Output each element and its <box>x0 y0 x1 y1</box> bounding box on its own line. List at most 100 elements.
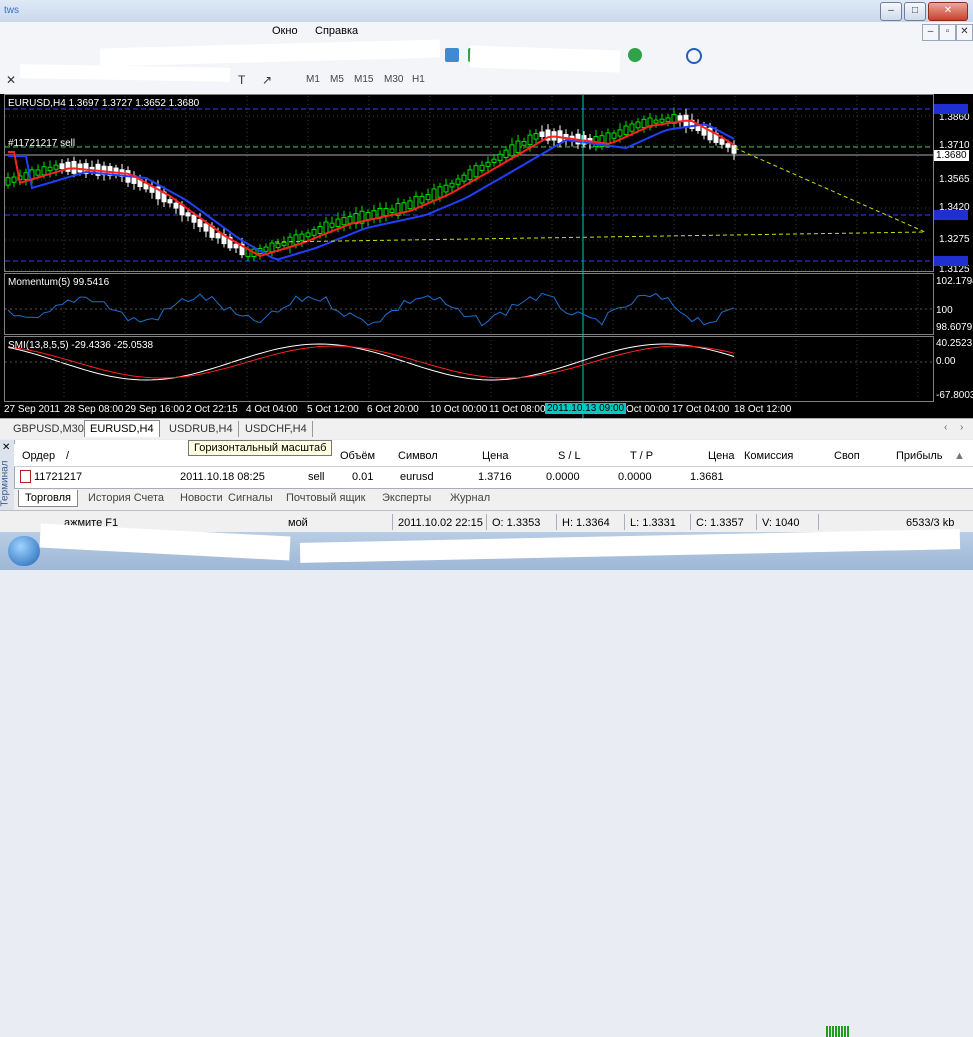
mdi-minimize-button[interactable]: – <box>922 24 939 41</box>
timeframe-m5[interactable]: M5 <box>330 74 344 85</box>
time-label: 2 Oct 22:15 <box>186 404 238 415</box>
tab-signals[interactable]: Сигналы <box>228 492 273 504</box>
column-tp[interactable]: T / P <box>630 450 653 462</box>
text-tool-icon[interactable]: T <box>238 73 245 87</box>
status-volume: V: 1040 <box>762 517 800 529</box>
time-label: 6 Oct 20:00 <box>367 404 419 415</box>
maximize-button[interactable]: □ <box>904 2 926 21</box>
arrow-tool-icon[interactable]: ↗ <box>262 73 272 87</box>
status-separator <box>756 514 757 530</box>
momentum-label: Momentum(5) 99.5416 <box>8 277 110 288</box>
tab-trade[interactable]: Торговля <box>18 490 78 507</box>
menu-bar: Окно Справка <box>0 22 973 42</box>
status-low: L: 1.3331 <box>630 517 676 529</box>
terminal-header: Ордер / Объём Символ Цена S / L T / P Це… <box>14 444 973 467</box>
status-traffic: 6533/3 kb <box>906 517 955 529</box>
order-label: #11721217 sell <box>8 138 76 149</box>
price-panel <box>4 94 934 272</box>
time-label: 11 Oct 08:00 <box>489 404 546 415</box>
timeframe-m1[interactable]: M1 <box>306 74 320 85</box>
column-commission[interactable]: Комиссия <box>744 450 793 462</box>
tab-experts[interactable]: Эксперты <box>382 492 431 504</box>
time-label: 4 Oct 04:00 <box>246 404 298 415</box>
status-separator <box>392 514 393 530</box>
momentum-scale-label: 100 <box>936 305 953 316</box>
column-sort-indicator: / <box>66 450 70 462</box>
order-number: 11721217 <box>34 471 83 483</box>
price-scale-label: 1.3275 <box>939 234 970 245</box>
order-sl: 0.0000 <box>546 471 580 483</box>
status-separator <box>690 514 691 530</box>
chart-tabs: GBPUSD,M30 EURUSD,H4 USDRUB,H4 USDCHF,H4… <box>0 418 973 439</box>
column-current-price[interactable]: Цена <box>708 450 734 462</box>
navigator-icon[interactable] <box>686 48 702 64</box>
time-label: 17 Oct 04:00 <box>672 404 730 415</box>
price-chart[interactable]: EURUSD,H4 1.3697 1.3727 1.3652 1.3680 #1… <box>0 94 973 418</box>
time-label: Oct 00:00 <box>626 404 670 415</box>
tooltip: Горизонтальный масштаб <box>188 440 333 456</box>
close-button[interactable]: ✕ <box>928 2 968 21</box>
terminal-side-bar: ✕ Терминал <box>0 440 15 510</box>
start-button[interactable] <box>8 536 40 566</box>
tab-account-history[interactable]: История Счета <box>88 492 164 504</box>
cursor-icon[interactable]: ✕ <box>6 73 16 87</box>
status-close: C: 1.3357 <box>696 517 744 529</box>
level-price-tag <box>934 210 968 220</box>
time-label: 28 Sep 08:00 <box>64 404 124 415</box>
column-sl[interactable]: S / L <box>558 450 581 462</box>
order-tp: 0.0000 <box>618 471 652 483</box>
column-volume[interactable]: Объём <box>340 450 375 462</box>
smi-label: SMI(13,8,5,5) -29.4336 -25.0538 <box>8 340 154 351</box>
momentum-panel <box>4 273 934 335</box>
smi-scale-label: 40.2523 <box>936 338 973 349</box>
price-scale-label: 1.3565 <box>939 174 970 185</box>
order-symbol: eurusd <box>400 471 434 483</box>
status-high: H: 1.3364 <box>562 517 610 529</box>
level-price-tag <box>934 256 968 266</box>
time-label: 29 Sep 16:00 <box>125 404 185 415</box>
timeframe-m30[interactable]: M30 <box>384 74 403 85</box>
chart-icon[interactable] <box>445 48 459 62</box>
tab-eurusd-h4[interactable]: EURUSD,H4 <box>84 420 160 437</box>
status-profile[interactable]: мой <box>288 517 308 529</box>
window-title-bar: tws – □ ✕ <box>0 0 973 22</box>
status-open: O: 1.3353 <box>492 517 541 529</box>
tab-scroll-right-icon[interactable]: › <box>960 422 963 433</box>
chart-info-label: EURUSD,H4 1.3697 1.3727 1.3652 1.3680 <box>8 98 200 109</box>
terminal-close-icon[interactable]: ✕ <box>2 442 10 453</box>
new-order-icon[interactable] <box>628 48 642 62</box>
mdi-close-button[interactable]: ✕ <box>956 24 973 41</box>
menu-help[interactable]: Справка <box>315 25 358 37</box>
level-price-tag <box>934 104 968 114</box>
order-volume: 0.01 <box>352 471 374 483</box>
status-separator <box>486 514 487 530</box>
tab-scroll-left-icon[interactable]: ‹ <box>944 422 947 433</box>
mdi-restore-button[interactable]: ▫ <box>939 24 956 41</box>
column-symbol[interactable]: Символ <box>398 450 438 462</box>
column-profit[interactable]: Прибыль <box>896 450 943 462</box>
header-scroll-icon[interactable]: ▲ <box>954 450 965 462</box>
timeframe-h1[interactable]: H1 <box>412 74 425 85</box>
menu-window[interactable]: Окно <box>272 25 298 37</box>
tab-journal[interactable]: Журнал <box>450 492 490 504</box>
tab-usdchf-h4[interactable]: USDCHF,H4 <box>240 421 313 437</box>
smi-scale-label: -67.8003 <box>936 390 973 401</box>
status-separator <box>624 514 625 530</box>
tab-news[interactable]: Новости <box>180 492 223 504</box>
column-price[interactable]: Цена <box>482 450 508 462</box>
column-swap[interactable]: Своп <box>834 450 860 462</box>
tab-mailbox[interactable]: Почтовый ящик <box>286 492 365 504</box>
timeframe-m15[interactable]: M15 <box>354 74 373 85</box>
terminal-tabs: Торговля История Счета Новости Сигналы П… <box>14 488 973 511</box>
time-label: 10 Oct 00:00 <box>430 404 488 415</box>
tab-gbpusd-m30[interactable]: GBPUSD,M30 <box>8 421 90 437</box>
column-order[interactable]: Ордер <box>22 450 55 462</box>
minimize-button[interactable]: – <box>880 2 902 21</box>
current-price-label: 1.3680 <box>934 150 969 161</box>
cursor-time-label: 2011.10.13 09:00 <box>545 403 627 414</box>
order-type: sell <box>308 471 325 483</box>
tab-usdrub-h4[interactable]: USDRUB,H4 <box>164 421 239 437</box>
order-time: 2011.10.18 08:25 <box>180 471 265 483</box>
order-current-price: 1.3681 <box>690 471 724 483</box>
order-price: 1.3716 <box>478 471 512 483</box>
